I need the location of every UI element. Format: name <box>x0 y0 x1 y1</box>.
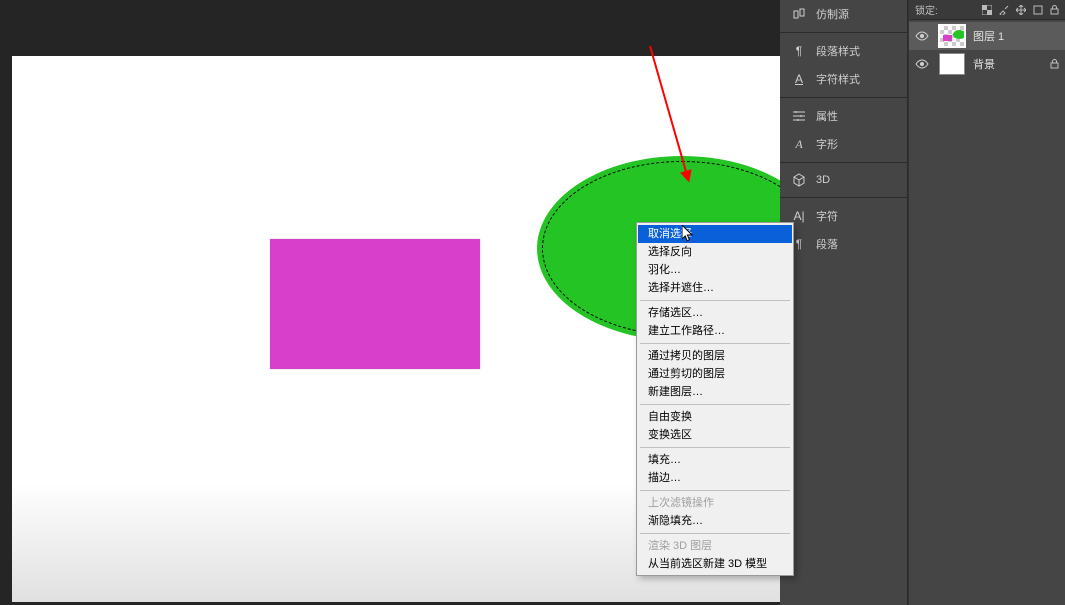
lock-label: 锁定: <box>915 2 938 17</box>
panel-entry-label: 字形 <box>816 136 838 152</box>
layer-thumbnail[interactable] <box>939 53 965 75</box>
layers-list: 图层 1 背景 <box>909 20 1065 78</box>
glyphs-icon: A <box>790 137 808 151</box>
clone-source-icon <box>790 7 808 21</box>
character-styles-icon: A <box>790 72 808 86</box>
panel-entry-label: 字符样式 <box>816 71 860 87</box>
panel-separator <box>780 32 907 33</box>
context-menu-item[interactable]: 变换选区 <box>638 426 792 444</box>
panel-separator <box>780 162 907 163</box>
context-menu-item[interactable]: 从当前选区新建 3D 模型 <box>638 555 792 573</box>
layer-row[interactable]: 背景 <box>909 50 1065 78</box>
context-menu-item[interactable]: 取消选择 <box>638 225 792 243</box>
context-menu-separator <box>640 533 790 534</box>
context-menu-separator <box>640 490 790 491</box>
properties-icon <box>790 109 808 123</box>
context-menu-separator <box>640 300 790 301</box>
context-menu-item[interactable]: 选择并遮住… <box>638 279 792 297</box>
layer-thumbnail[interactable] <box>939 25 965 47</box>
layer-locked-icon <box>1050 59 1059 69</box>
visibility-eye-icon[interactable] <box>915 29 929 43</box>
context-menu-item[interactable]: 存储选区… <box>638 304 792 322</box>
character-icon: A| <box>790 209 808 223</box>
layer-name[interactable]: 图层 1 <box>973 28 1004 44</box>
panel-entry-properties[interactable]: 属性 <box>780 102 907 130</box>
layer-name[interactable]: 背景 <box>973 56 995 72</box>
workspace: 取消选择选择反向羽化…选择并遮住…存储选区…建立工作路径…通过拷贝的图层通过剪切… <box>0 0 780 605</box>
panel-separator <box>780 197 907 198</box>
lock-all-icon[interactable] <box>1050 5 1059 15</box>
context-menu-item[interactable]: 填充… <box>638 451 792 469</box>
panel-entry-character-styles[interactable]: A 字符样式 <box>780 65 907 93</box>
visibility-eye-icon[interactable] <box>915 57 929 71</box>
context-menu-item[interactable]: 羽化… <box>638 261 792 279</box>
panel-entry-character[interactable]: A| 字符 <box>780 202 907 230</box>
panel-entry-clone-source[interactable]: 仿制源 <box>780 0 907 28</box>
panel-shortcut-column: 仿制源 ¶ 段落样式 A 字符样式 属性 A 字形 3D <box>780 0 908 605</box>
panel-entry-label: 仿制源 <box>816 6 849 22</box>
context-menu-item: 上次滤镜操作 <box>638 494 792 512</box>
panel-separator <box>780 97 907 98</box>
context-menu-item[interactable]: 通过剪切的图层 <box>638 365 792 383</box>
context-menu-item: 渲染 3D 图层 <box>638 537 792 555</box>
context-menu-item[interactable]: 建立工作路径… <box>638 322 792 340</box>
panel-entry-label: 段落 <box>816 236 838 252</box>
panel-entry-label: 字符 <box>816 208 838 224</box>
context-menu-separator <box>640 343 790 344</box>
paragraph-styles-icon: ¶ <box>790 44 808 58</box>
context-menu-item[interactable]: 选择反向 <box>638 243 792 261</box>
context-menu-item[interactable]: 描边… <box>638 469 792 487</box>
panel-entry-3d[interactable]: 3D <box>780 167 907 193</box>
context-menu-separator <box>640 447 790 448</box>
panel-entry-paragraph[interactable]: ¶ 段落 <box>780 230 907 258</box>
magenta-rectangle-shape[interactable] <box>270 239 480 369</box>
lock-frame-icon[interactable] <box>1033 5 1043 15</box>
context-menu-item[interactable]: 新建图层… <box>638 383 792 401</box>
context-menu-separator <box>640 404 790 405</box>
context-menu-item[interactable]: 通过拷贝的图层 <box>638 347 792 365</box>
context-menu-item[interactable]: 渐隐填充… <box>638 512 792 530</box>
cube-3d-icon <box>790 173 808 187</box>
right-panel-area: 仿制源 ¶ 段落样式 A 字符样式 属性 A 字形 3D <box>780 0 1065 605</box>
context-menu-item[interactable]: 自由变换 <box>638 408 792 426</box>
layer-row[interactable]: 图层 1 <box>909 22 1065 50</box>
lock-brush-icon[interactable] <box>999 5 1009 15</box>
lock-move-icon[interactable] <box>1016 5 1026 15</box>
context-menu[interactable]: 取消选择选择反向羽化…选择并遮住… 存储选区…建立工作路径… 通过拷贝的图层通过剪切… <box>636 222 794 576</box>
layers-panel: 锁定: 图层 1 <box>908 0 1065 605</box>
lock-transparent-icon[interactable] <box>982 5 992 15</box>
lock-icons-group[interactable] <box>982 5 1059 15</box>
panel-entry-glyphs[interactable]: A 字形 <box>780 130 907 158</box>
panel-entry-paragraph-styles[interactable]: ¶ 段落样式 <box>780 37 907 65</box>
panel-entry-label: 段落样式 <box>816 43 860 59</box>
layers-lock-bar: 锁定: <box>909 0 1065 20</box>
panel-entry-label: 3D <box>816 174 830 186</box>
panel-entry-label: 属性 <box>816 108 838 124</box>
